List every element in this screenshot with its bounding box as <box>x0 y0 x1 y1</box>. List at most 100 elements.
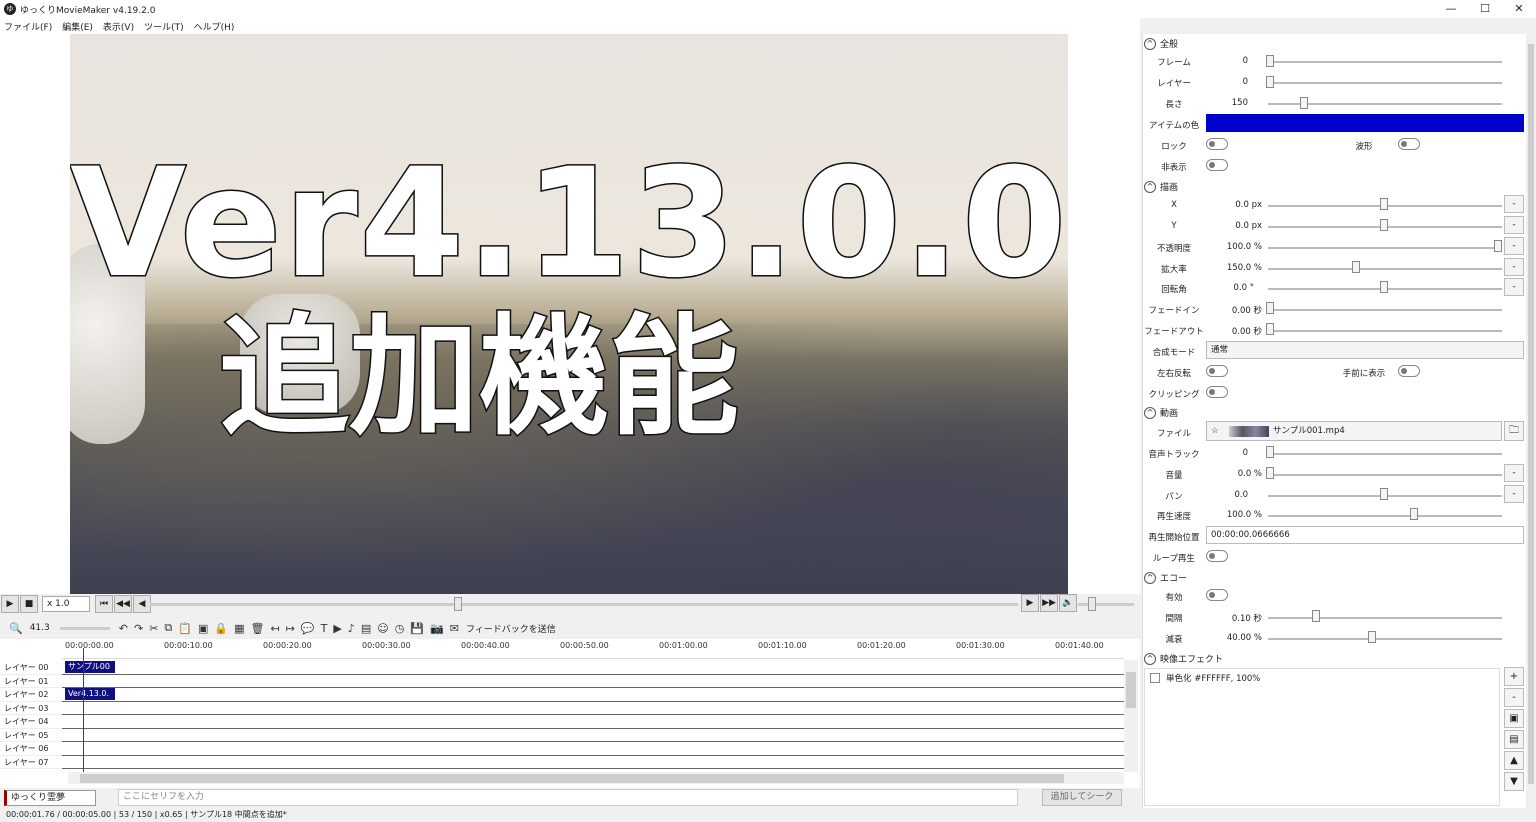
layer-name[interactable]: レイヤー 04 <box>0 715 62 729</box>
time-ruler[interactable]: 00:00:00.00 00:00:10.00 00:00:20.00 00:0… <box>62 639 1124 659</box>
track-area[interactable]: サンプル00 Ver4.13.0. <box>62 661 1124 769</box>
play-button[interactable]: ▶ <box>1 595 19 613</box>
move-down-button[interactable]: ▼ <box>1504 772 1524 791</box>
x-value[interactable]: 0.0 px <box>1212 200 1262 210</box>
section-echo[interactable]: ^ エコー <box>1144 571 1187 584</box>
section-video[interactable]: ^ 動画 <box>1144 406 1178 419</box>
menu-help[interactable]: ヘルプ(H) <box>194 20 235 33</box>
undo-icon[interactable]: ↶ <box>119 622 128 635</box>
interval-slider-thumb[interactable] <box>1312 610 1320 622</box>
redo-icon[interactable]: ↷ <box>134 622 143 635</box>
rotation-option-button[interactable]: - <box>1504 278 1524 296</box>
track[interactable] <box>62 729 1124 742</box>
next-frame-button[interactable]: ▶▶ <box>1040 594 1058 612</box>
volume-track[interactable] <box>1078 603 1134 606</box>
wave-toggle[interactable] <box>1398 138 1420 150</box>
effect-checkbox[interactable] <box>1150 673 1160 683</box>
layer-name[interactable]: レイヤー 05 <box>0 729 62 742</box>
layer-name[interactable]: レイヤー 00 <box>0 661 62 675</box>
opacity-slider[interactable] <box>1268 247 1502 249</box>
timeline-hscroll-thumb[interactable] <box>80 774 1064 783</box>
step-back-button[interactable]: ◀ <box>133 595 151 613</box>
frame-slider-thumb[interactable] <box>1266 55 1274 67</box>
interval-slider[interactable] <box>1268 617 1502 619</box>
fadeout-slider[interactable] <box>1268 330 1502 332</box>
layer-name[interactable]: レイヤー 06 <box>0 742 62 756</box>
volume-thumb[interactable] <box>1088 597 1096 611</box>
fadein-value[interactable]: 0.00 秒 <box>1212 304 1262 316</box>
layer-name[interactable]: レイヤー 03 <box>0 702 62 715</box>
clock-icon[interactable]: ◷ <box>395 622 405 635</box>
interval-value[interactable]: 0.10 秒 <box>1212 612 1262 624</box>
echo-enabled-toggle[interactable] <box>1206 589 1228 601</box>
add-and-seek-button[interactable]: 追加してシーク <box>1042 789 1122 806</box>
comment-icon[interactable]: 💬 <box>301 622 315 635</box>
y-value[interactable]: 0.0 px <box>1212 221 1262 231</box>
star-icon[interactable]: ☆ <box>1211 422 1219 440</box>
track[interactable] <box>62 715 1124 729</box>
add-effect-button[interactable]: + <box>1504 667 1524 686</box>
character-icon[interactable]: ☺ <box>377 622 388 635</box>
x-slider-thumb[interactable] <box>1380 198 1388 210</box>
text-clip[interactable]: Ver4.13.0. <box>65 688 115 700</box>
delete-icon[interactable]: 🗑 <box>250 622 264 635</box>
playhead[interactable] <box>83 648 84 776</box>
scale-value[interactable]: 150.0 % <box>1212 263 1262 273</box>
volume-value[interactable]: 0.0 % <box>1212 469 1262 479</box>
pan-value[interactable]: 0.0 <box>1198 490 1248 500</box>
fadein-slider-thumb[interactable] <box>1266 302 1274 314</box>
image-icon[interactable]: ▤ <box>361 622 371 635</box>
playback-speed-slider[interactable] <box>1268 515 1502 517</box>
camera-icon[interactable]: 📷 <box>430 622 444 635</box>
blend-mode-select[interactable]: 通常 <box>1206 341 1524 359</box>
menu-view[interactable]: 表示(V) <box>103 20 134 33</box>
remove-effect-button[interactable]: - <box>1504 688 1524 707</box>
video-preview[interactable]: Ver4.13.0.0 追加機能 <box>70 34 1068 594</box>
track[interactable] <box>62 675 1124 688</box>
track[interactable] <box>62 742 1124 756</box>
track[interactable]: サンプル00 <box>62 661 1124 675</box>
flip-toggle[interactable] <box>1206 365 1228 377</box>
front-toggle[interactable] <box>1398 365 1420 377</box>
grid-icon[interactable]: ▦ <box>234 622 244 635</box>
music-icon[interactable]: ♪ <box>348 622 355 635</box>
frame-slider[interactable] <box>1268 61 1502 63</box>
feedback-icon[interactable]: ✉ <box>450 622 459 635</box>
timeline-vscroll-thumb[interactable] <box>1126 672 1136 708</box>
folder-icon[interactable]: 🗀 <box>1504 421 1524 441</box>
clipping-toggle[interactable] <box>1206 386 1228 398</box>
hidden-toggle[interactable] <box>1206 159 1228 171</box>
layer-name[interactable]: レイヤー 07 <box>0 756 62 769</box>
zoom-slider[interactable] <box>59 626 110 630</box>
opacity-option-button[interactable]: - <box>1504 237 1524 255</box>
cut-icon[interactable]: ✂ <box>149 622 158 635</box>
text-icon[interactable]: T <box>321 622 328 635</box>
paste-icon[interactable]: 📋 <box>178 622 192 635</box>
volume-option-button[interactable]: - <box>1504 464 1524 482</box>
section-draw[interactable]: ^ 描画 <box>1144 180 1178 193</box>
save-icon[interactable]: 💾 <box>410 622 424 635</box>
playback-speed-slider-thumb[interactable] <box>1410 508 1418 520</box>
minimize-button[interactable]: — <box>1434 0 1468 18</box>
menu-edit[interactable]: 編集(E) <box>62 20 93 33</box>
loop-toggle[interactable] <box>1206 550 1228 562</box>
layer-name[interactable]: レイヤー 02 <box>0 688 62 702</box>
track[interactable]: Ver4.13.0. <box>62 688 1124 702</box>
character-select[interactable]: ゆっくり霊夢 <box>4 790 96 806</box>
prop-volume-slider[interactable] <box>1268 474 1502 476</box>
save-effect-icon[interactable]: ▣ <box>1504 709 1524 728</box>
menu-file[interactable]: ファイル(F) <box>4 20 52 33</box>
decay-slider[interactable] <box>1268 638 1502 640</box>
video-clip[interactable]: サンプル00 <box>65 661 115 673</box>
decay-slider-thumb[interactable] <box>1368 631 1376 643</box>
y-option-button[interactable]: - <box>1504 216 1524 234</box>
effect-list[interactable] <box>1144 668 1500 806</box>
item-color-swatch[interactable] <box>1206 114 1524 132</box>
stop-button[interactable]: ■ <box>20 595 38 613</box>
track[interactable] <box>62 702 1124 715</box>
lock-icon[interactable]: 🔒 <box>214 622 228 635</box>
pan-option-button[interactable]: - <box>1504 485 1524 503</box>
y-slider-thumb[interactable] <box>1380 219 1388 231</box>
x-option-button[interactable]: - <box>1504 195 1524 213</box>
scale-slider-thumb[interactable] <box>1352 261 1360 273</box>
